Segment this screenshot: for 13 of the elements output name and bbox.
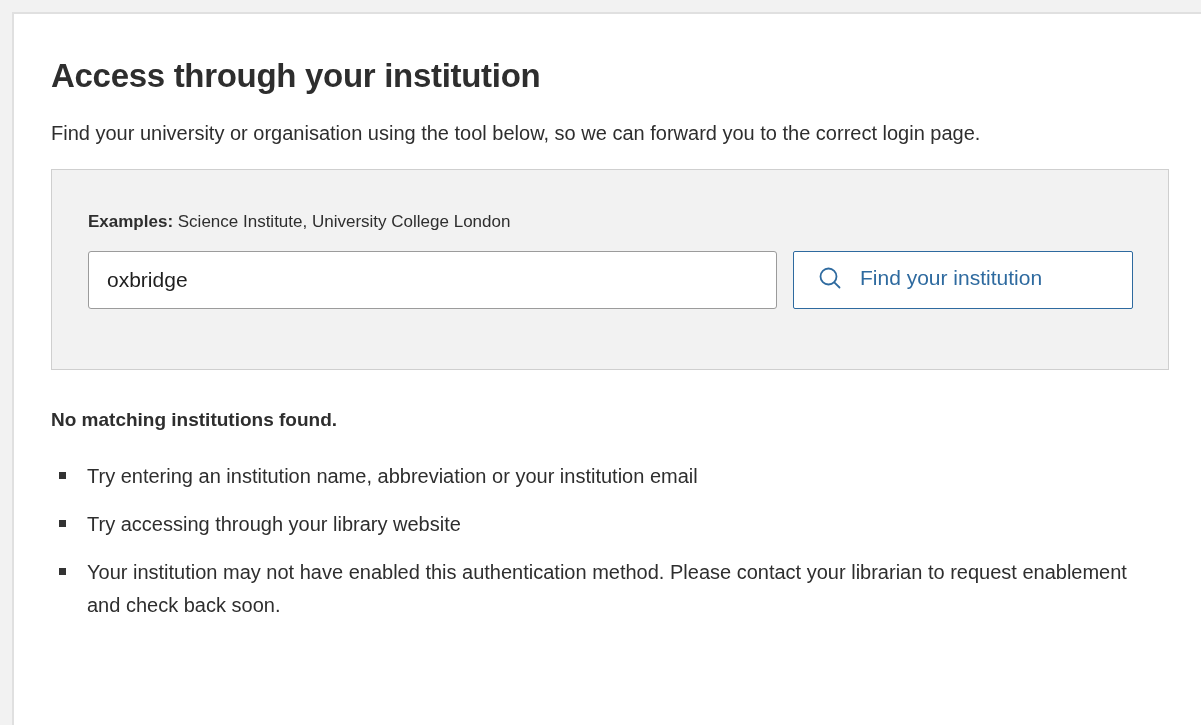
page-title: Access through your institution bbox=[51, 56, 542, 96]
intro-text: Find your university or organisation using the tool below, so we can forward you to the correct login page. bbox=[51, 121, 982, 146]
examples-text: Examples: Science Institute, University College London bbox=[88, 211, 512, 233]
tip-text: Your institution may not have enabled this authentication method. Please contact your librarian to request enablement and check back soon. bbox=[87, 560, 1128, 618]
tip-text: Try accessing through your library website bbox=[87, 512, 462, 537]
search-icon bbox=[818, 266, 842, 290]
tip-text: Try entering an institution name, abbreviation or your institution email bbox=[87, 464, 699, 489]
bullet-icon bbox=[59, 472, 66, 479]
find-button[interactable]: Find your institution bbox=[793, 251, 1133, 309]
result-heading: No matching institutions found. bbox=[51, 408, 339, 432]
search-field[interactable]: oxbridge bbox=[88, 251, 777, 309]
bullet-icon bbox=[59, 520, 66, 527]
bullet-icon bbox=[59, 568, 66, 575]
